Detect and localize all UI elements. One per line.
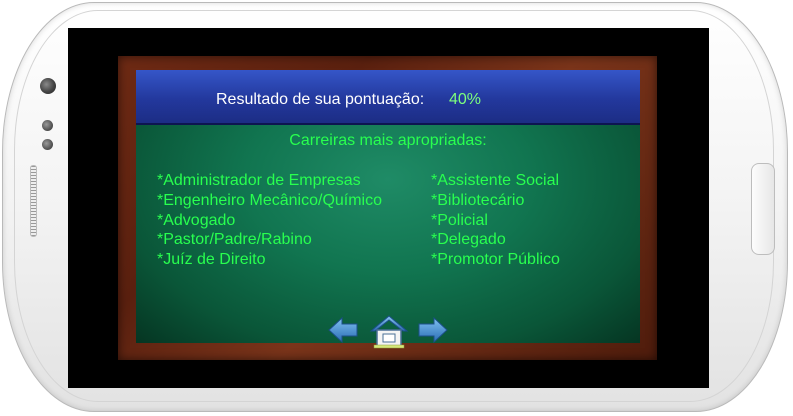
- camera-icon: [40, 78, 56, 94]
- career-item: *Policial: [431, 211, 488, 229]
- sensor-icon: [42, 120, 53, 131]
- score-value: 40%: [449, 91, 482, 108]
- arrow-left-icon: [328, 316, 358, 344]
- career-item: *Pastor/Padre/Rabino: [157, 231, 312, 249]
- career-item: *Engenheiro Mecânico/Químico: [157, 191, 383, 209]
- forward-button[interactable]: [417, 316, 449, 344]
- career-item: *Advogado: [157, 211, 236, 229]
- speaker-grille: [30, 165, 37, 237]
- arrow-right-icon: [418, 316, 448, 344]
- career-item: *Assistente Social: [431, 172, 560, 189]
- career-item: *Bibliotecário: [431, 191, 525, 209]
- chalkboard: Resultado de sua pontuação: 40% Carreira…: [136, 70, 640, 343]
- careers-list-left: *Administrador de Empresas *Engenheiro M…: [157, 171, 382, 270]
- careers-list-right: *Assistente Social *Bibliotecário *Polic…: [431, 171, 560, 270]
- home-button[interactable]: [369, 314, 409, 350]
- home-icon: [369, 315, 409, 349]
- sensor-icon: [42, 139, 53, 150]
- back-button[interactable]: [327, 316, 359, 344]
- career-item: *Delegado: [431, 231, 506, 249]
- career-item: *Administrador de Empresas: [157, 172, 361, 189]
- careers-title: Carreiras mais apropriadas:: [289, 132, 487, 149]
- result-header: Resultado de sua pontuação: 40%: [136, 70, 640, 125]
- career-item: *Promotor Público: [431, 251, 560, 269]
- score-label: Resultado de sua pontuação:: [216, 91, 425, 108]
- career-item: *Juíz de Direito: [157, 251, 266, 269]
- device-home-key[interactable]: [751, 163, 775, 255]
